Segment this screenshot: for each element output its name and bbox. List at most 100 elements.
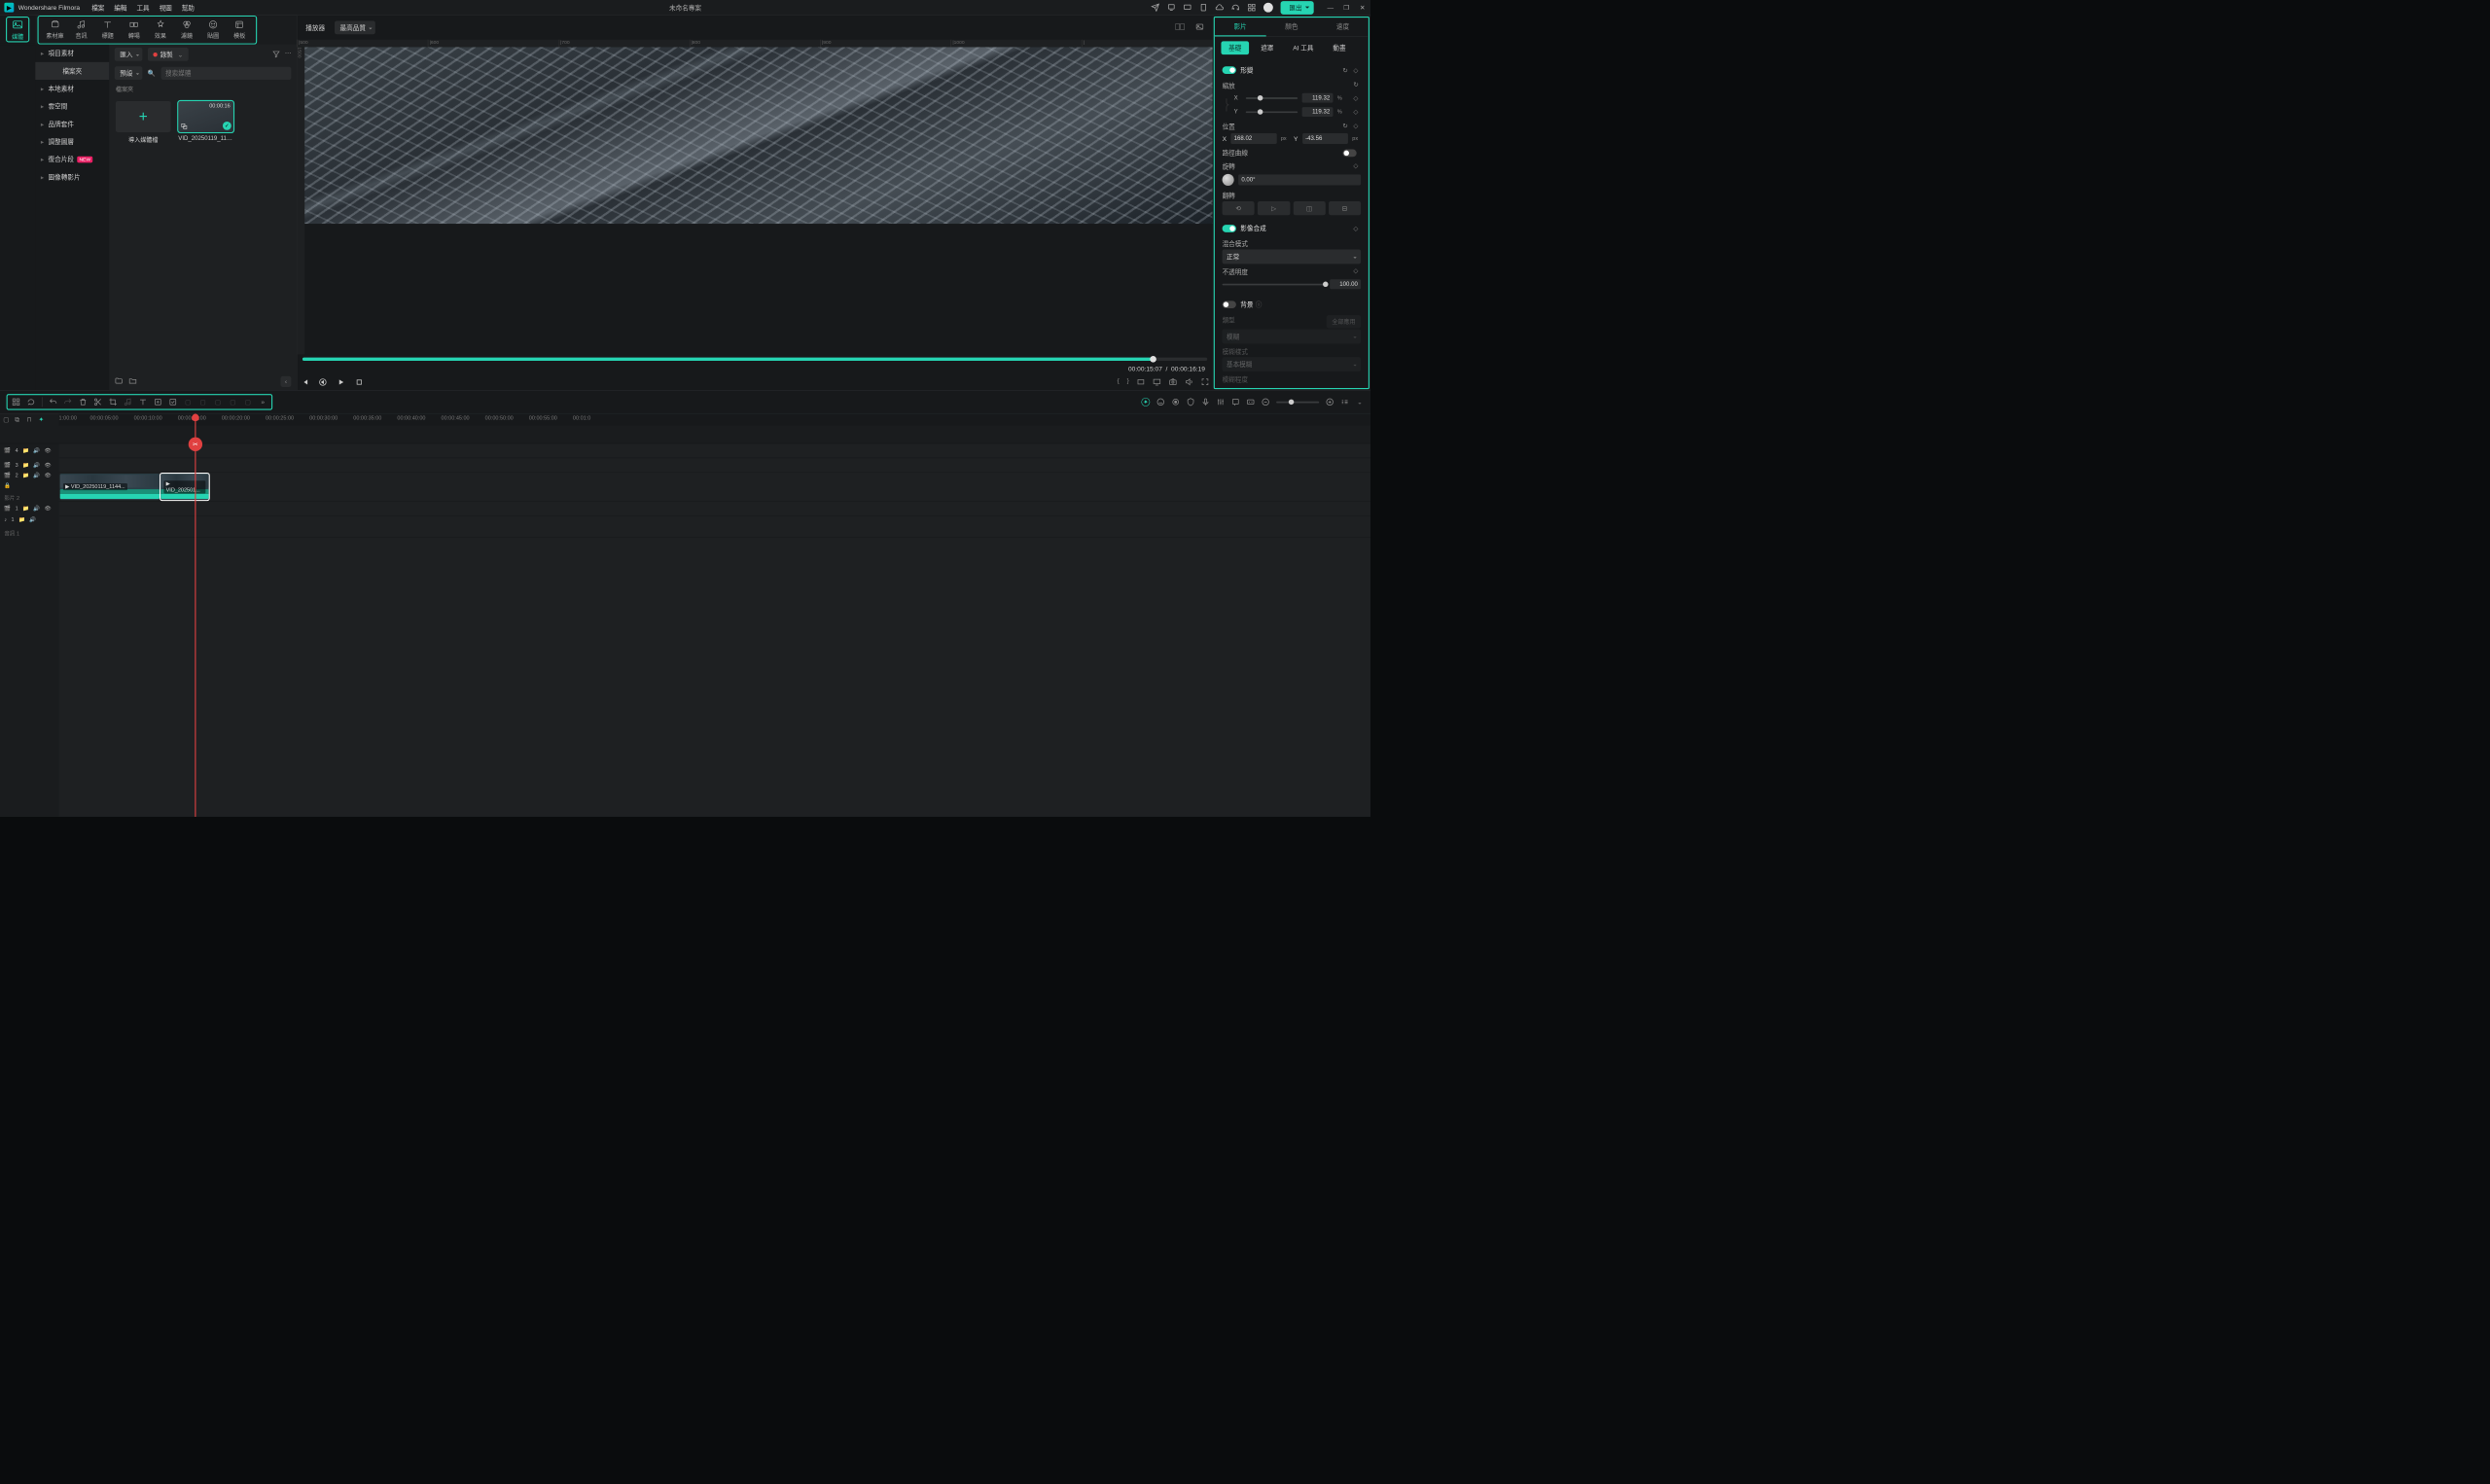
flip-v-button[interactable]: ▷	[1258, 201, 1290, 215]
screen-icon[interactable]	[1183, 3, 1192, 12]
timeline-ruler[interactable]: 1:00:00 00:00:05:00 00:00:10:00 00:00:15…	[59, 413, 1370, 425]
track-head-v2[interactable]: 🎬2📁🔊👁🔒影片 2	[0, 473, 59, 502]
menu-view[interactable]: 視圖	[160, 3, 172, 12]
tool-d-icon[interactable]: ▢	[229, 398, 237, 406]
tablet-icon[interactable]	[1199, 3, 1208, 12]
fit-icon[interactable]	[1340, 398, 1349, 406]
ai-tool-icon[interactable]: ✦	[1141, 398, 1150, 406]
tab-stock[interactable]: 素材庫	[42, 18, 68, 41]
fullscreen-icon[interactable]	[1201, 376, 1210, 386]
auto-icon[interactable]: ✦	[39, 416, 47, 424]
magnet-icon[interactable]: ⊓	[27, 416, 35, 424]
menu-file[interactable]: 檔案	[91, 3, 104, 12]
preview-viewport[interactable]	[304, 47, 1213, 224]
menu-help[interactable]: 幫助	[182, 3, 195, 12]
scale-y-slider[interactable]	[1246, 111, 1298, 113]
subtab-basic[interactable]: 基礎	[1221, 41, 1249, 54]
sidebar-item-imgvid[interactable]: ▸圖像轉影片	[35, 168, 109, 186]
maximize-icon[interactable]: ❐	[1342, 4, 1350, 12]
timeline-clip-1[interactable]: ▶ VID_20250119_1144...	[60, 474, 160, 500]
more-icon[interactable]: ⋯	[285, 50, 292, 59]
mark-out-icon[interactable]: }	[1127, 376, 1129, 386]
rotation-knob[interactable]	[1223, 174, 1234, 186]
tool-e-icon[interactable]: ▢	[243, 398, 252, 406]
new-folder-icon[interactable]	[115, 376, 124, 386]
path-toggle[interactable]	[1342, 149, 1356, 157]
prev-frame-icon[interactable]	[301, 377, 309, 386]
playhead-cut-icon[interactable]: ✂	[189, 438, 202, 451]
caption-icon[interactable]	[1246, 398, 1255, 406]
display-icon[interactable]	[1153, 376, 1161, 386]
ratio-icon[interactable]	[1136, 376, 1145, 386]
minimize-icon[interactable]: —	[1327, 4, 1334, 12]
mixer-icon[interactable]	[1217, 398, 1226, 406]
sidebar-item-local[interactable]: ▸本地素材	[35, 80, 109, 97]
tab-audio[interactable]: 音訊	[68, 18, 94, 41]
subtab-mask[interactable]: 遮罩	[1253, 41, 1281, 54]
import-dropdown[interactable]: 匯入	[115, 48, 143, 61]
flip-h-button[interactable]: ⟲	[1223, 201, 1255, 215]
blend-mode-select[interactable]: 正常	[1223, 249, 1362, 264]
play-reverse-icon[interactable]	[318, 377, 327, 386]
rp-tab-speed[interactable]: 速度	[1317, 18, 1369, 36]
subtab-anim[interactable]: 動畫	[1326, 41, 1354, 54]
scale-y-value[interactable]: 119.32	[1302, 107, 1334, 117]
sidebar-item-folder[interactable]: 檔案夾	[35, 62, 109, 80]
filter-icon[interactable]	[272, 50, 281, 59]
rotation-value[interactable]: 0.00°	[1238, 174, 1361, 185]
track-head-v3[interactable]: 🎬3📁🔊👁	[0, 458, 59, 473]
track-head-a1[interactable]: ♪1📁🔊音訊 1	[0, 516, 59, 538]
info-icon[interactable]: ⓘ	[1256, 300, 1263, 308]
scale-x-value[interactable]: 119.32	[1302, 93, 1334, 103]
sidebar-item-compound[interactable]: ▸復合片段NEW	[35, 151, 109, 168]
compare-icon[interactable]	[1175, 23, 1185, 32]
mic-icon[interactable]	[1201, 398, 1210, 406]
tab-transitions[interactable]: 轉場	[121, 18, 147, 41]
sidebar-item-project[interactable]: ▸項目素材	[35, 45, 109, 62]
track-head-v1[interactable]: 🎬1📁🔊👁	[0, 502, 59, 516]
track-head-v4[interactable]: 🎬4📁🔊👁	[0, 443, 59, 458]
asset-clip[interactable]: 00:00:16 ✓ VID_20250119_1144...	[178, 101, 233, 144]
tab-titles[interactable]: 標題	[94, 18, 121, 41]
pos-reset-icon[interactable]: ↻	[1342, 122, 1350, 129]
scale-x-kf-icon[interactable]: ◇	[1353, 94, 1361, 102]
snapshot-top-icon[interactable]	[1195, 22, 1204, 32]
sidebar-item-cloud[interactable]: ▸雲空間	[35, 97, 109, 115]
tab-effects[interactable]: 效果	[147, 18, 173, 41]
import-card[interactable]: + 導入媒體檔	[116, 101, 171, 144]
mirror-h-button[interactable]: ◫	[1293, 201, 1325, 215]
device-icon[interactable]	[1167, 3, 1176, 12]
shield-icon[interactable]	[1187, 398, 1195, 406]
split-icon[interactable]	[93, 398, 102, 406]
scale-reset-icon[interactable]: ↻	[1353, 81, 1361, 88]
bg-toggle[interactable]	[1223, 300, 1236, 308]
view-more-icon[interactable]: ⌄	[1356, 398, 1365, 406]
marker-tl-icon[interactable]	[1231, 398, 1240, 406]
tab-filters[interactable]: 濾鏡	[173, 18, 199, 41]
rec-tl-icon[interactable]	[1171, 398, 1180, 406]
lasso-tool-icon[interactable]	[27, 398, 36, 406]
preset-dropdown[interactable]: 預設	[115, 66, 143, 80]
zoom-slider[interactable]	[1276, 402, 1319, 404]
headphones-icon[interactable]	[1231, 3, 1240, 12]
undo-icon[interactable]	[49, 398, 57, 406]
opacity-value[interactable]: 100.00	[1330, 279, 1361, 289]
tab-media[interactable]: 媒體	[6, 17, 29, 42]
opacity-kf-icon[interactable]: ◇	[1353, 267, 1361, 275]
pos-x-input[interactable]: 168.02	[1230, 133, 1276, 144]
redo-icon[interactable]	[63, 398, 72, 406]
mark-in-icon[interactable]: {	[1118, 376, 1120, 386]
close-icon[interactable]: ✕	[1359, 4, 1367, 12]
rp-tab-video[interactable]: 影片	[1215, 18, 1266, 36]
user-avatar-icon[interactable]	[1263, 3, 1273, 13]
volume-icon[interactable]	[1185, 376, 1193, 386]
search-input[interactable]	[161, 67, 292, 80]
tab-stickers[interactable]: 貼圖	[200, 18, 227, 41]
text-icon[interactable]	[139, 398, 148, 406]
enhance-icon[interactable]	[168, 398, 177, 406]
tool-c-icon[interactable]: ▢	[214, 398, 223, 406]
delete-icon[interactable]	[79, 398, 88, 406]
link-icon[interactable]	[1223, 91, 1231, 120]
back-nav[interactable]: ‹	[280, 376, 291, 387]
playhead[interactable]: ✂	[195, 413, 196, 816]
